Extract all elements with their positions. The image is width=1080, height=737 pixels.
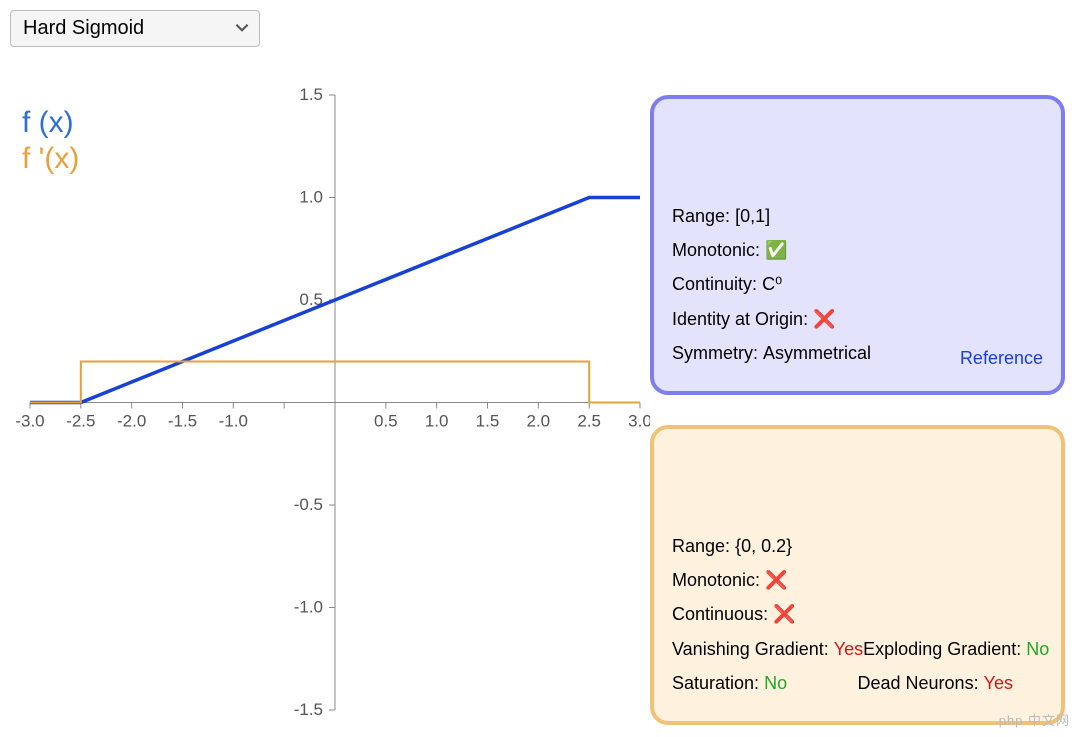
watermark: php 中文网	[999, 710, 1070, 729]
svg-text:1.5: 1.5	[476, 412, 500, 431]
svg-text:-1.5: -1.5	[168, 412, 197, 431]
svg-text:2.0: 2.0	[527, 412, 551, 431]
fp-sat-value: No	[764, 673, 787, 693]
cross-icon: ❌	[773, 597, 795, 631]
svg-text:1.5: 1.5	[299, 85, 323, 104]
fp-vg-value: Yes	[834, 639, 863, 659]
svg-text:-0.5: -0.5	[294, 495, 323, 514]
reference-link[interactable]: Reference	[960, 341, 1043, 375]
f-range-label: Range:	[672, 199, 730, 233]
fp-range-label: Range:	[672, 529, 730, 563]
svg-text:3.0: 3.0	[628, 412, 650, 431]
svg-text:-1.5: -1.5	[294, 700, 323, 719]
cross-icon: ❌	[813, 302, 835, 336]
f-continuity-label: Continuity:	[672, 267, 757, 301]
f-symmetry-value: Asymmetrical	[763, 336, 871, 370]
activation-selector-value: Hard Sigmoid	[23, 17, 144, 40]
cross-icon: ❌	[765, 563, 787, 597]
fp-eg-value: No	[1026, 639, 1049, 659]
fp-range-value: {0, 0.2}	[735, 529, 792, 563]
svg-text:-1.0: -1.0	[294, 598, 323, 617]
fp-properties-card: Range: {0, 0.2} Monotonic: ❌ Continuous:…	[650, 425, 1065, 725]
activation-selector[interactable]: Hard Sigmoid	[10, 10, 260, 47]
f-properties-card: Range: [0,1] Monotonic: ✅ Continuity: C⁰…	[650, 95, 1065, 395]
svg-text:1.0: 1.0	[425, 412, 449, 431]
f-range-value: [0,1]	[735, 199, 770, 233]
plot-area: -3.0 -2.5 -2.0 -1.5 -1.0 0.5 1.0 1.5 2.0 2.5 3.0 1.…	[10, 85, 650, 720]
svg-text:-2.0: -2.0	[117, 412, 146, 431]
check-icon: ✅	[765, 233, 787, 267]
svg-text:0.5: 0.5	[374, 412, 398, 431]
svg-text:2.5: 2.5	[577, 412, 601, 431]
fp-sat-label: Saturation:	[672, 673, 759, 693]
fp-vg-label: Vanishing Gradient:	[672, 639, 829, 659]
svg-text:-1.0: -1.0	[219, 412, 248, 431]
f-symmetry-label: Symmetry:	[672, 336, 758, 370]
svg-text:1.0: 1.0	[299, 188, 323, 207]
fp-dn-label: Dead Neurons:	[858, 673, 979, 693]
chevron-down-icon	[235, 17, 249, 40]
fp-continuous-label: Continuous:	[672, 597, 768, 631]
fp-dn-value: Yes	[984, 673, 1013, 693]
fp-eg-label: Exploding Gradient:	[863, 639, 1021, 659]
f-identity-label: Identity at Origin:	[672, 302, 808, 336]
f-monotonic-label: Monotonic:	[672, 233, 760, 267]
f-continuity-value: C⁰	[762, 267, 782, 301]
plot-svg: -3.0 -2.5 -2.0 -1.5 -1.0 0.5 1.0 1.5 2.0 2.5 3.0 1.…	[10, 85, 650, 720]
svg-text:-3.0: -3.0	[15, 412, 44, 431]
svg-text:-2.5: -2.5	[66, 412, 95, 431]
fp-monotonic-label: Monotonic:	[672, 563, 760, 597]
